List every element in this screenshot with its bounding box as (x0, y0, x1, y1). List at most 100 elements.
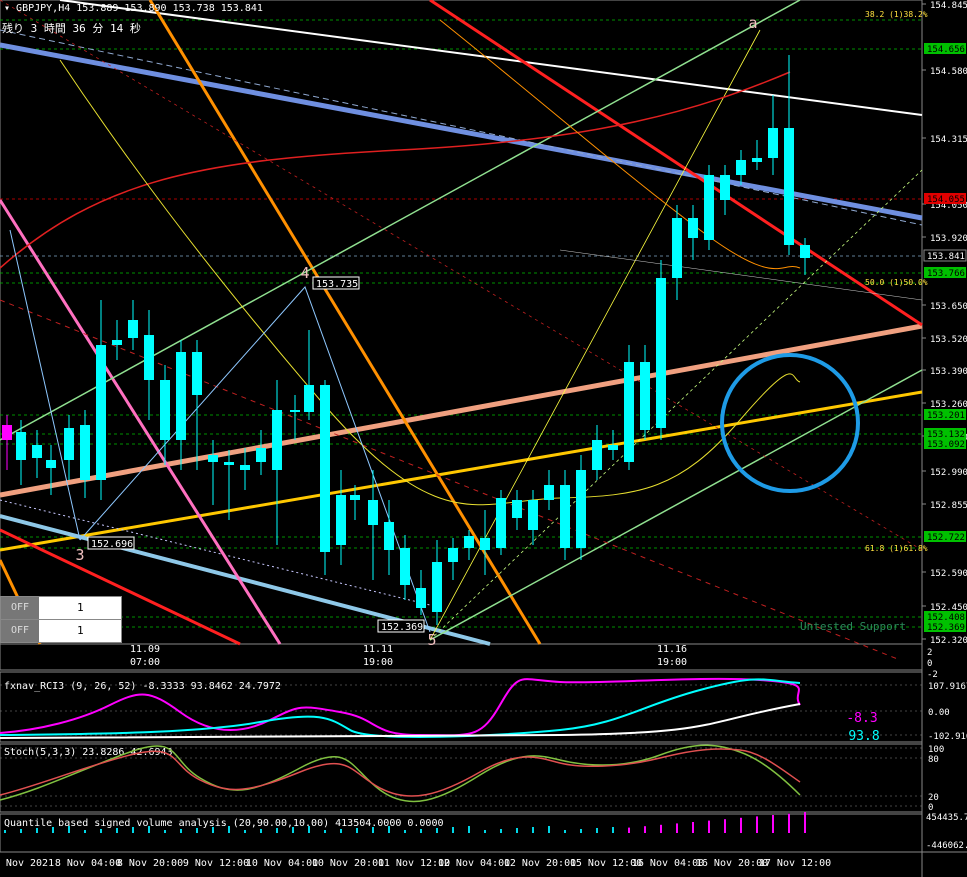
price-label: 152.590 (930, 569, 967, 579)
price-label: 153.920 (930, 234, 967, 244)
price-tag-label: 153.841 (927, 252, 965, 262)
price-label: 154.315 (930, 135, 967, 145)
main-time-label: 11.16 (657, 644, 687, 655)
volume-bar (228, 826, 230, 833)
volume-bar (68, 826, 70, 833)
volume-bar (212, 827, 214, 833)
stoch-axis-label: 100 (928, 745, 944, 755)
trend-line-0 (0, 42, 923, 221)
price-label: 152.990 (930, 468, 967, 478)
indicator-panels: fxnav_RCI3 (9, 26, 52) -8.3333 93.8462 2… (0, 677, 967, 851)
candle-body (290, 410, 300, 412)
candle-body (64, 428, 74, 460)
fib-500-label: 50.0 (1)50.0% (865, 278, 928, 287)
callout-wave3: 152.696 (91, 539, 133, 550)
time-axis-label: 12 Nov 04:00 (438, 858, 510, 869)
candle-body (46, 460, 56, 468)
volume-bar (292, 827, 294, 833)
volume-bar (484, 830, 486, 833)
price-tag-label: 154.656 (927, 45, 965, 55)
candle-body (528, 500, 538, 530)
volume-bar (804, 812, 806, 833)
volume-bar (724, 819, 726, 833)
off-control-2[interactable]: OFF 1 (0, 619, 122, 643)
price-label: 153.260 (930, 400, 967, 410)
off-value-1[interactable]: 1 (77, 601, 84, 614)
rci-title: fxnav_RCI3 (9, 26, 52) -8.3333 93.8462 2… (4, 681, 281, 692)
bar-countdown: 残り 3 時間 36 分 14 秒 (2, 22, 141, 35)
volume-bar (52, 827, 54, 833)
off-value-2[interactable]: 1 (77, 624, 84, 637)
mini-axis-top: 2 (927, 648, 932, 658)
candle-body (272, 410, 282, 470)
candle-body (480, 538, 490, 550)
time-axis-label: 16 Nov 20:00 (696, 858, 768, 869)
volume-bar (740, 817, 742, 833)
callout-wave4: 153.735 (316, 279, 358, 290)
candle-body (720, 175, 730, 200)
candle-body (2, 425, 12, 440)
candle-body (560, 485, 570, 548)
time-axis-label: 9 Nov 12:00 (183, 858, 249, 869)
volume-bar (324, 830, 326, 833)
candle-body (624, 362, 634, 462)
volume-bar (276, 828, 278, 833)
volume-bar (772, 815, 774, 833)
volume-bar (644, 826, 646, 833)
fib-618-label: 61.8 (1)61.8% (865, 544, 928, 553)
volume-bar (532, 827, 534, 833)
mini-axis-mid: 0 (927, 659, 932, 669)
price-tag-label: 152.369 (927, 623, 965, 633)
price-label: 154.580 (930, 67, 967, 77)
main-time-label: 07:00 (130, 657, 160, 668)
stoch-axis-label: 20 (928, 793, 939, 803)
candle-body (704, 175, 714, 240)
time-axis-label: 17 Nov 12:00 (759, 858, 831, 869)
price-label: 152.320 (930, 636, 967, 646)
main-time-label: 19:00 (657, 657, 687, 668)
candle-body (576, 470, 586, 548)
rci-axis-label: 107.9167 (928, 682, 967, 692)
time-axis-label: 12 Nov 20:00 (504, 858, 576, 869)
wave-3-label: 3 (75, 546, 84, 564)
candle-body (192, 352, 202, 395)
trend-line-16 (429, 29, 761, 641)
rci-value-1: -8.3 (846, 711, 877, 726)
candle-body (224, 462, 234, 465)
candle-body (736, 160, 746, 175)
volume-bar (548, 826, 550, 833)
volume-bar (452, 827, 454, 833)
candle-body (320, 385, 330, 552)
candle-body (304, 385, 314, 412)
volume-bar (788, 813, 790, 833)
volume-bar (196, 828, 198, 833)
main-time-label: 11.09 (130, 644, 160, 655)
price-label: 153.650 (930, 302, 967, 312)
candle-body (208, 455, 218, 462)
trend-line-6 (59, 0, 923, 116)
axes: 154.845154.580154.315154.050153.920153.6… (0, 1, 967, 869)
off-button-1[interactable]: OFF (1, 597, 39, 619)
candle-body (448, 548, 458, 562)
candle-body (800, 245, 810, 258)
volume-bar (340, 829, 342, 833)
off-button-2[interactable]: OFF (1, 620, 39, 642)
time-axis-label: 8 Nov 20:00 (117, 858, 183, 869)
candle-body (144, 335, 154, 380)
volume-bar (708, 820, 710, 833)
volume-bar (564, 830, 566, 833)
candle-body (176, 352, 186, 440)
chart-canvas[interactable]: fxnav_RCI3 (9, 26, 52) -8.3333 93.8462 2… (0, 0, 967, 877)
rci-axis-label: 0.00 (928, 708, 950, 718)
price-label: 154.845 (930, 1, 967, 11)
candle-body (752, 158, 762, 162)
candle-body (368, 500, 378, 525)
trend-line-1 (0, 29, 923, 226)
candle-body (672, 218, 682, 278)
off-control-1[interactable]: OFF 1 (0, 596, 122, 620)
candle-body (496, 498, 506, 548)
price-tag-label: 152.722 (927, 533, 965, 543)
price-tag-label: 153.201 (927, 411, 965, 421)
volume-bar (4, 830, 6, 833)
mini-axis-bot: -2 (927, 670, 938, 680)
